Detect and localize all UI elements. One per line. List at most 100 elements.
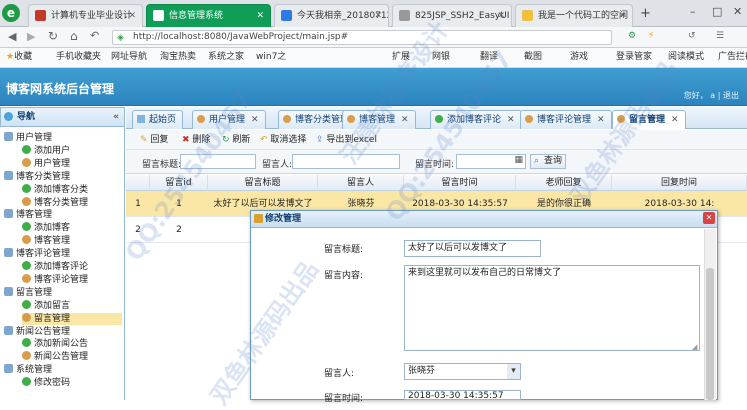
close-tab-icon[interactable]: ✕ [497,5,505,27]
reload-icon[interactable]: ↻ [48,29,58,43]
browser-tab-2[interactable]: 信息管理系统 ✕ [146,4,271,27]
bookmark-favorites[interactable]: ★收藏 [6,48,32,67]
column-header[interactable]: 回复时间 [612,175,747,191]
app-title: 博客网系统后台管理 [6,82,115,96]
maximize-button[interactable]: □ [712,5,722,18]
browser-tab-4[interactable]: 825JSP_SSH2_EasyUI ✕ [392,4,512,27]
dialog-close-button[interactable]: ✕ [703,212,715,224]
bookmark-mobile[interactable]: 手机收藏夹 [56,48,101,67]
back-icon[interactable]: ◀ [8,30,16,43]
nav-item[interactable]: 新闻公告管理 [22,351,88,363]
search-time-input[interactable]: ▦ [456,154,526,169]
nav-group[interactable]: 博客分类管理 [4,170,70,183]
close-tab-icon[interactable]: ✕ [618,5,626,27]
column-header[interactable]: 留言人 [318,175,404,191]
tab-home[interactable]: 起始页 [132,110,184,129]
window-close-button[interactable]: ✕ [733,5,742,18]
nav-item[interactable]: 修改密码 [22,377,70,389]
nav-item[interactable]: 添加新闻公告 [22,338,88,350]
calendar-icon[interactable]: ▦ [514,155,523,165]
nav-item[interactable]: 添加博客评论 [22,261,88,273]
bookmark-xitong[interactable]: 系统之家 [208,48,244,67]
tab-comment-manage[interactable]: 博客评论管理 ✕ [520,110,612,129]
nav-group[interactable]: 用户管理 [4,132,52,144]
url-field[interactable]: ◈ http://localhost:8080/JavaWebProject/m… [112,30,612,45]
query-button[interactable]: ⌕ 查询 [530,154,566,169]
search-user-input[interactable] [292,154,400,169]
folder-icon [4,132,13,141]
ext-bank[interactable]: 网银 [432,48,450,67]
welcome-text[interactable]: 您好， a | 退出 [684,90,739,101]
tab-add-comment[interactable]: 添加博客评论 ✕ [430,110,522,129]
nav-item[interactable]: 博客分类管理 [22,196,88,209]
column-header[interactable]: 老师回复 [516,175,612,191]
nav-item[interactable]: 博客评论管理 [22,273,88,286]
minimize-button[interactable]: – [690,5,696,18]
dialog-content-textarea[interactable]: 来到这里就可以发布自己的日常博文了 [404,265,700,351]
close-tab-icon[interactable]: ✕ [374,5,382,27]
tab-message-manage[interactable]: 留言管理 ✕ [612,110,686,129]
ext-login[interactable]: 登录管家 [616,48,652,67]
nav-group[interactable]: 系统管理 [4,364,52,376]
collapse-icon[interactable]: « [113,108,119,126]
browser-back-icon[interactable]: ↺ [688,31,696,41]
new-tab-button[interactable]: + [640,6,651,21]
close-icon[interactable]: ✕ [597,115,605,125]
scrollbar-thumb[interactable] [706,268,714,400]
bookmark-nav[interactable]: 网址导航 [111,48,147,67]
export-excel-button[interactable]: ⇪ 导出到excel [316,130,377,150]
bookmark-taobao[interactable]: 淘宝热卖 [160,48,196,67]
refresh-button[interactable]: ↻ 刷新 [222,130,250,150]
ext-translate[interactable]: 翻译 [480,48,498,67]
nav-item[interactable]: 添加留言 [22,299,70,312]
chevron-down-icon[interactable]: ▾ [507,364,520,379]
column-header[interactable]: 留言id [150,175,208,191]
dialog-user-select[interactable]: 张晓芬 ▾ [404,363,521,380]
nav-item[interactable]: 博客管理 [22,235,70,247]
nav-group[interactable]: 新闻公告管理 [4,325,70,338]
nav-item[interactable]: 添加博客 [22,222,70,234]
nav-item[interactable]: 添加博客分类 [22,183,88,196]
edit-icon: ✎ [140,135,148,145]
close-icon[interactable]: ✕ [401,115,409,125]
nav-group[interactable]: 博客评论管理 [4,248,70,260]
ext-games[interactable]: 游戏 [570,48,588,67]
security-icon[interactable]: ⚙ [628,31,636,41]
browser-tab-3[interactable]: 今天我相亲_20180712 ✕ [274,4,389,27]
tab-user-manage[interactable]: 用户管理 ✕ [192,110,266,129]
dialog-title-input[interactable]: 太好了以后可以发博文了 [404,240,541,257]
browser-tab-5[interactable]: 我是一个代码工的空闲 ✕ [515,4,633,27]
resize-handle-icon[interactable]: ◢ [692,343,697,351]
ext-extensions[interactable]: 扩展 [392,48,410,67]
browser-tab-1[interactable]: 计算机专业毕业设计 ✕ [28,4,143,27]
nav-group[interactable]: 留言管理 [4,286,52,299]
dialog-time-input[interactable]: 2018-03-30 14:35:57 [404,390,521,400]
table-cell: 1 [176,199,182,209]
close-icon[interactable]: ✕ [251,115,259,125]
home-icon[interactable]: ⌂ [70,29,78,43]
delete-button[interactable]: ✖ 删除 [182,130,210,150]
column-header[interactable]: 留言时间 [404,175,516,191]
bookmark-win7[interactable]: win7之 [256,48,286,67]
column-header[interactable] [126,175,150,191]
search-title-input[interactable] [180,154,256,169]
close-tab-icon[interactable]: ✕ [128,5,136,27]
close-icon[interactable]: ✕ [671,115,679,125]
menu-icon[interactable]: ☰ [716,31,724,41]
nav-group[interactable]: 博客管理 [4,209,52,221]
ext-adblock[interactable]: 广告拦截 [718,48,747,67]
nav-item[interactable]: 用户管理 [22,157,70,170]
column-header[interactable]: 留言标题 [208,175,318,191]
ext-reader[interactable]: 阅读模式 [668,48,704,67]
undo-icon[interactable]: ↶ [90,29,99,42]
nav-item[interactable]: 留言管理 [22,312,122,325]
reply-button[interactable]: ✎ 回复 [140,130,168,150]
ext-screenshot[interactable]: 截图 [524,48,542,67]
tab-blog-manage[interactable]: 博客管理 ✕ [342,110,416,129]
nav-item[interactable]: 添加用户 [22,144,70,157]
close-icon[interactable]: ✕ [507,115,515,125]
cancel-select-button[interactable]: ↶ 取消选择 [260,130,306,150]
lightning-icon[interactable]: ⚡ [648,31,654,41]
forward-icon[interactable]: ▶ [27,30,35,43]
close-tab-icon[interactable]: ✕ [256,5,264,27]
